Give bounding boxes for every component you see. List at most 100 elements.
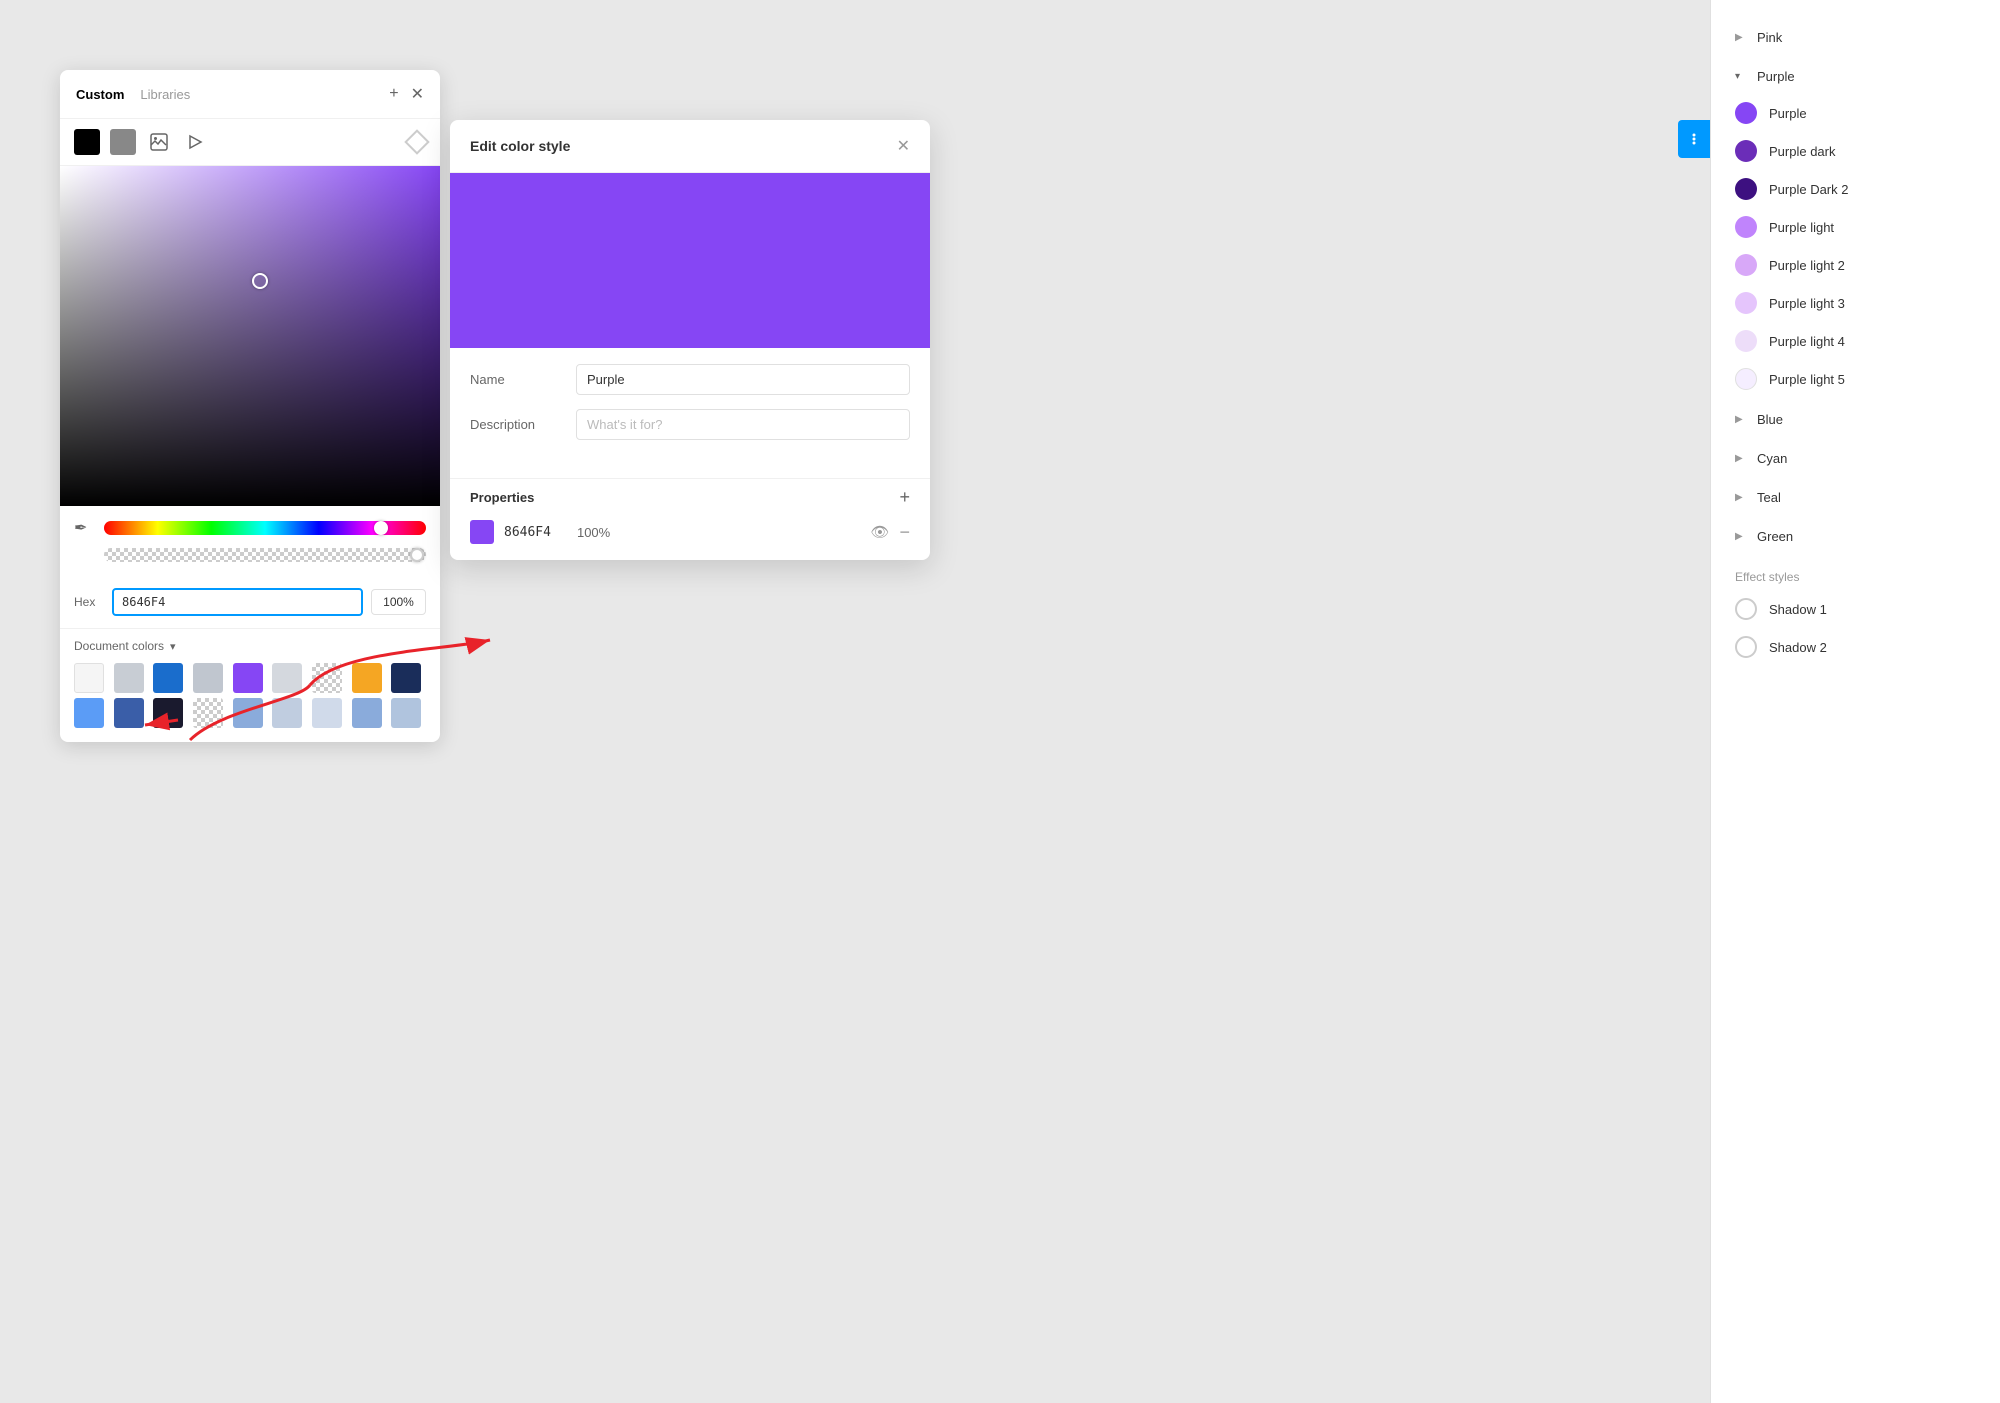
doc-swatch-10[interactable] — [74, 698, 104, 728]
add-icon[interactable]: + — [389, 85, 398, 103]
doc-swatch-14[interactable] — [233, 698, 263, 728]
doc-swatch-18[interactable] — [391, 698, 421, 728]
hex-input[interactable] — [112, 588, 363, 616]
panel-tabs: Custom Libraries — [76, 87, 389, 102]
doc-colors-grid — [74, 663, 426, 728]
sidebar-item-purple[interactable]: Purple — [1711, 94, 2000, 132]
name-input[interactable] — [576, 364, 910, 395]
teal-chevron-icon: ▶ — [1735, 492, 1747, 503]
purple-light2-item-name: Purple light 2 — [1769, 258, 1976, 273]
description-label: Description — [470, 417, 560, 432]
right-panel-toggle[interactable] — [1678, 120, 1710, 158]
cyan-label: Cyan — [1757, 451, 1787, 466]
properties-add-icon[interactable]: + — [899, 487, 910, 508]
sidebar-group-blue[interactable]: ▶ Blue — [1711, 402, 2000, 437]
sidebar-group-green[interactable]: ▶ Green — [1711, 519, 2000, 554]
picker-handle[interactable] — [252, 273, 268, 289]
close-icon[interactable]: ✕ — [411, 84, 424, 104]
doc-swatch-7[interactable] — [312, 663, 342, 693]
opacity-slider-row — [74, 548, 426, 562]
sidebar-item-purple-light-5[interactable]: Purple light 5 — [1711, 360, 2000, 398]
black-swatch[interactable] — [74, 129, 100, 155]
document-colors-section: Document colors ▾ — [60, 628, 440, 742]
sidebar-group-pink[interactable]: ▶ Pink — [1711, 20, 2000, 55]
sidebar-item-purple-light-2[interactable]: Purple light 2 — [1711, 246, 2000, 284]
purple-light3-color-dot — [1735, 292, 1757, 314]
cyan-chevron-icon: ▶ — [1735, 453, 1747, 464]
edit-color-modal: Edit color style ✕ Name Description Prop… — [450, 120, 930, 560]
doc-colors-chevron[interactable]: ▾ — [170, 640, 176, 653]
doc-swatch-15[interactable] — [272, 698, 302, 728]
shadow1-label: Shadow 1 — [1769, 602, 1976, 617]
doc-swatch-2[interactable] — [114, 663, 144, 693]
eyedropper-icon[interactable]: ✒ — [74, 518, 94, 538]
sidebar-item-purple-light-4[interactable]: Purple light 4 — [1711, 322, 2000, 360]
gradient-picker[interactable] — [60, 166, 440, 506]
purple-light4-item-name: Purple light 4 — [1769, 334, 1976, 349]
property-remove-icon[interactable]: − — [899, 522, 910, 543]
video-icon[interactable] — [182, 129, 208, 155]
doc-swatch-13[interactable] — [193, 698, 223, 728]
description-input[interactable] — [576, 409, 910, 440]
sidebar-item-shadow2[interactable]: Shadow 2 — [1711, 628, 2000, 666]
sidebar-item-purple-light[interactable]: Purple light — [1711, 208, 2000, 246]
doc-swatch-4[interactable] — [193, 663, 223, 693]
sidebar-item-purple-dark-2[interactable]: Purple Dark 2 — [1711, 170, 2000, 208]
sidebar-item-shadow1[interactable]: Shadow 1 — [1711, 590, 2000, 628]
doc-swatch-5[interactable] — [233, 663, 263, 693]
doc-swatch-12[interactable] — [153, 698, 183, 728]
shadow2-label: Shadow 2 — [1769, 640, 1976, 655]
purple-light-item-name: Purple light — [1769, 220, 1976, 235]
gray-swatch[interactable] — [110, 129, 136, 155]
purple-color-dot — [1735, 102, 1757, 124]
hue-slider-thumb[interactable] — [374, 521, 388, 535]
doc-swatch-6[interactable] — [272, 663, 302, 693]
property-actions: 👁 − — [870, 522, 910, 543]
blue-label: Blue — [1757, 412, 1783, 427]
property-color-dot[interactable] — [470, 520, 494, 544]
modal-close-icon[interactable]: ✕ — [897, 136, 910, 156]
modal-divider — [450, 478, 930, 479]
sidebar-item-purple-dark[interactable]: Purple dark — [1711, 132, 2000, 170]
sidebar-section-purple: ▾ Purple Purple Purple dark Purple Dark … — [1711, 59, 2000, 398]
purple-dark2-item-name: Purple Dark 2 — [1769, 182, 1976, 197]
doc-colors-label: Document colors — [74, 639, 164, 653]
gradient-picker-canvas[interactable] — [60, 166, 440, 506]
diamond-icon[interactable] — [404, 129, 429, 154]
doc-swatch-3[interactable] — [153, 663, 183, 693]
opacity-slider[interactable] — [104, 548, 426, 562]
shadow1-icon — [1735, 598, 1757, 620]
doc-colors-header: Document colors ▾ — [74, 639, 426, 653]
sidebar-group-teal[interactable]: ▶ Teal — [1711, 480, 2000, 515]
purple-dark-color-dot — [1735, 140, 1757, 162]
purple-light5-color-dot — [1735, 368, 1757, 390]
panel-header: Custom Libraries + ✕ — [60, 70, 440, 119]
hue-slider[interactable] — [104, 521, 426, 535]
opacity-slider-thumb[interactable] — [410, 548, 424, 562]
doc-swatch-8[interactable] — [352, 663, 382, 693]
tab-libraries[interactable]: Libraries — [140, 87, 190, 102]
blue-chevron-icon: ▶ — [1735, 414, 1747, 425]
sidebar-section-green: ▶ Green — [1711, 519, 2000, 554]
sidebar-group-cyan[interactable]: ▶ Cyan — [1711, 441, 2000, 476]
sidebar-group-purple[interactable]: ▾ Purple — [1711, 59, 2000, 94]
color-tools-row — [60, 119, 440, 166]
sidebar-section-cyan: ▶ Cyan — [1711, 441, 2000, 476]
green-label: Green — [1757, 529, 1793, 544]
sidebar-section-pink: ▶ Pink — [1711, 20, 2000, 55]
pink-label: Pink — [1757, 30, 1782, 45]
purple-light2-color-dot — [1735, 254, 1757, 276]
doc-swatch-11[interactable] — [114, 698, 144, 728]
tab-custom[interactable]: Custom — [76, 87, 124, 102]
doc-swatch-17[interactable] — [352, 698, 382, 728]
image-fill-icon[interactable] — [146, 129, 172, 155]
opacity-input[interactable] — [371, 589, 426, 615]
sidebar-section-teal: ▶ Teal — [1711, 480, 2000, 515]
property-eye-icon[interactable]: 👁 — [870, 523, 889, 541]
doc-swatch-16[interactable] — [312, 698, 342, 728]
sidebar-item-purple-light-3[interactable]: Purple light 3 — [1711, 284, 2000, 322]
doc-swatch-9[interactable] — [391, 663, 421, 693]
hex-label: Hex — [74, 595, 104, 609]
purple-light5-item-name: Purple light 5 — [1769, 372, 1976, 387]
doc-swatch-1[interactable] — [74, 663, 104, 693]
